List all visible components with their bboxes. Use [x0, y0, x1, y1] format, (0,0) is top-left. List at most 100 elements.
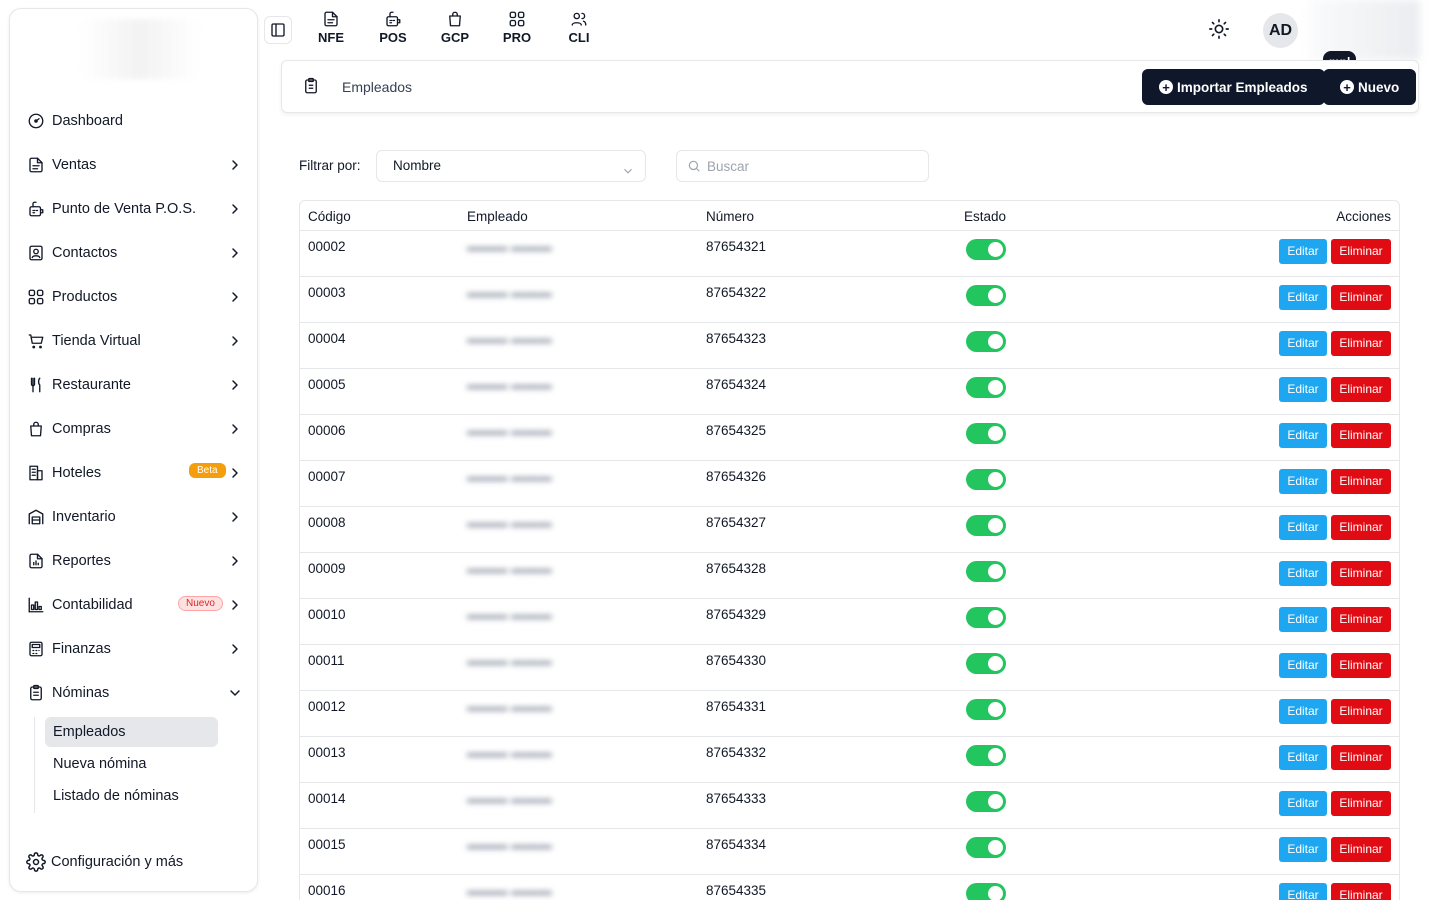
delete-button[interactable]: Eliminar [1331, 239, 1391, 264]
submenu-item[interactable]: Listado de nóminas [45, 781, 218, 811]
employee-number: 87654324 [706, 377, 767, 392]
status-toggle[interactable] [966, 837, 1006, 858]
employee-name-redacted: ▬▬▬ ▬▬▬ [467, 515, 552, 530]
sidebar-item-hoteles[interactable]: Hoteles Beta [10, 451, 257, 495]
avatar[interactable]: AD [1263, 13, 1298, 48]
delete-button[interactable]: Eliminar [1331, 561, 1391, 586]
sidebar-item-ventas[interactable]: Ventas [10, 143, 257, 187]
edit-button[interactable]: Editar [1279, 469, 1327, 494]
edit-button[interactable]: Editar [1279, 331, 1327, 356]
app-pos[interactable]: POS [362, 10, 424, 45]
column-header-code[interactable]: Código [308, 209, 351, 224]
sidebar-item-dashboard[interactable]: Dashboard [10, 99, 257, 143]
delete-button[interactable]: Eliminar [1331, 377, 1391, 402]
sidebar-item-productos[interactable]: Productos [10, 275, 257, 319]
delete-button[interactable]: Eliminar [1331, 607, 1391, 632]
submenu-item[interactable]: Empleados [45, 717, 218, 747]
delete-button[interactable]: Eliminar [1331, 653, 1391, 678]
edit-button[interactable]: Editar [1279, 607, 1327, 632]
sidebar-item-reportes[interactable]: Reportes [10, 539, 257, 583]
employee-number: 87654326 [706, 469, 767, 484]
employee-number: 87654328 [706, 561, 767, 576]
employee-number: 87654329 [706, 607, 767, 622]
delete-button[interactable]: Eliminar [1331, 699, 1391, 724]
chevron-right-icon [227, 377, 243, 393]
sidebar-item-restaurante[interactable]: Restaurante [10, 363, 257, 407]
status-toggle[interactable] [966, 607, 1006, 628]
status-toggle[interactable] [966, 285, 1006, 306]
plus-circle-icon: + [1340, 80, 1354, 94]
sidebar-item-contactos[interactable]: Contactos [10, 231, 257, 275]
edit-button[interactable]: Editar [1279, 653, 1327, 678]
status-toggle[interactable] [966, 653, 1006, 674]
column-header-number[interactable]: Número [706, 209, 754, 224]
sidebar-item-label: Nóminas [52, 685, 110, 701]
delete-button[interactable]: Eliminar [1331, 423, 1391, 448]
app-gcp[interactable]: GCP [424, 10, 486, 45]
delete-button[interactable]: Eliminar [1331, 285, 1391, 310]
sidebar-item-label: Contactos [52, 245, 118, 261]
delete-button[interactable]: Eliminar [1331, 883, 1391, 900]
edit-button[interactable]: Editar [1279, 377, 1327, 402]
table-row: 00006 ▬▬▬ ▬▬▬ 87654325 Editar Eliminar [300, 415, 1399, 461]
delete-button[interactable]: Eliminar [1331, 331, 1391, 356]
sidebar-item-punto-de-venta-p-o-s[interactable]: Punto de Venta P.O.S. [10, 187, 257, 231]
status-toggle[interactable] [966, 423, 1006, 444]
filter-label: Filtrar por: [299, 158, 361, 173]
delete-button[interactable]: Eliminar [1331, 745, 1391, 770]
app-pro[interactable]: PRO [486, 10, 548, 45]
delete-button[interactable]: Eliminar [1331, 791, 1391, 816]
status-toggle[interactable] [966, 377, 1006, 398]
edit-button[interactable]: Editar [1279, 515, 1327, 540]
edit-button[interactable]: Editar [1279, 561, 1327, 586]
sidebar-item-nominas[interactable]: Nóminas [10, 671, 257, 715]
status-toggle[interactable] [966, 331, 1006, 352]
new-employee-button[interactable]: + Nuevo [1323, 69, 1417, 105]
edit-button[interactable]: Editar [1279, 745, 1327, 770]
submenu-item[interactable]: Nueva nómina [45, 749, 218, 779]
import-employees-button[interactable]: + Importar Empleados [1142, 69, 1325, 105]
sidebar-item-tienda-virtual[interactable]: Tienda Virtual [10, 319, 257, 363]
edit-button[interactable]: Editar [1279, 699, 1327, 724]
employee-name-redacted: ▬▬▬ ▬▬▬ [467, 653, 552, 668]
toggle-knob [988, 794, 1003, 809]
delete-button[interactable]: Eliminar [1331, 837, 1391, 862]
toggle-knob [988, 840, 1003, 855]
status-toggle[interactable] [966, 883, 1006, 900]
status-toggle[interactable] [966, 561, 1006, 582]
sidebar-item-finanzas[interactable]: Finanzas [10, 627, 257, 671]
sidebar-item-contabilidad[interactable]: Contabilidad Nuevo [10, 583, 257, 627]
edit-button[interactable]: Editar [1279, 791, 1327, 816]
sidebar-item-label: Reportes [52, 553, 111, 569]
status-toggle[interactable] [966, 745, 1006, 766]
status-toggle[interactable] [966, 469, 1006, 490]
status-toggle[interactable] [966, 515, 1006, 536]
sidebar-toggle-button[interactable] [264, 16, 292, 44]
edit-button[interactable]: Editar [1279, 883, 1327, 900]
delete-button[interactable]: Eliminar [1331, 469, 1391, 494]
edit-button[interactable]: Editar [1279, 239, 1327, 264]
sidebar-item-compras[interactable]: Compras [10, 407, 257, 451]
status-toggle[interactable] [966, 791, 1006, 812]
employee-code: 00015 [308, 837, 346, 852]
edit-button[interactable]: Editar [1279, 285, 1327, 310]
employee-code: 00006 [308, 423, 346, 438]
status-toggle[interactable] [966, 699, 1006, 720]
edit-button[interactable]: Editar [1279, 423, 1327, 448]
column-header-employee[interactable]: Empleado [467, 209, 528, 224]
filter-select[interactable]: Nombre [376, 150, 646, 182]
app-nfe[interactable]: NFE [300, 10, 362, 45]
delete-button[interactable]: Eliminar [1331, 515, 1391, 540]
users-icon [571, 12, 587, 26]
status-toggle[interactable] [966, 239, 1006, 260]
plus-circle-icon: + [1159, 80, 1173, 94]
employee-code: 00013 [308, 745, 346, 760]
sidebar-item-inventario[interactable]: Inventario [10, 495, 257, 539]
settings-link[interactable]: Configuración y más [26, 852, 183, 872]
column-header-status[interactable]: Estado [964, 209, 1006, 224]
search-input[interactable] [707, 155, 917, 177]
app-cli[interactable]: CLI [548, 10, 610, 45]
edit-button[interactable]: Editar [1279, 837, 1327, 862]
document-icon [324, 11, 338, 27]
theme-toggle[interactable] [1208, 18, 1230, 40]
